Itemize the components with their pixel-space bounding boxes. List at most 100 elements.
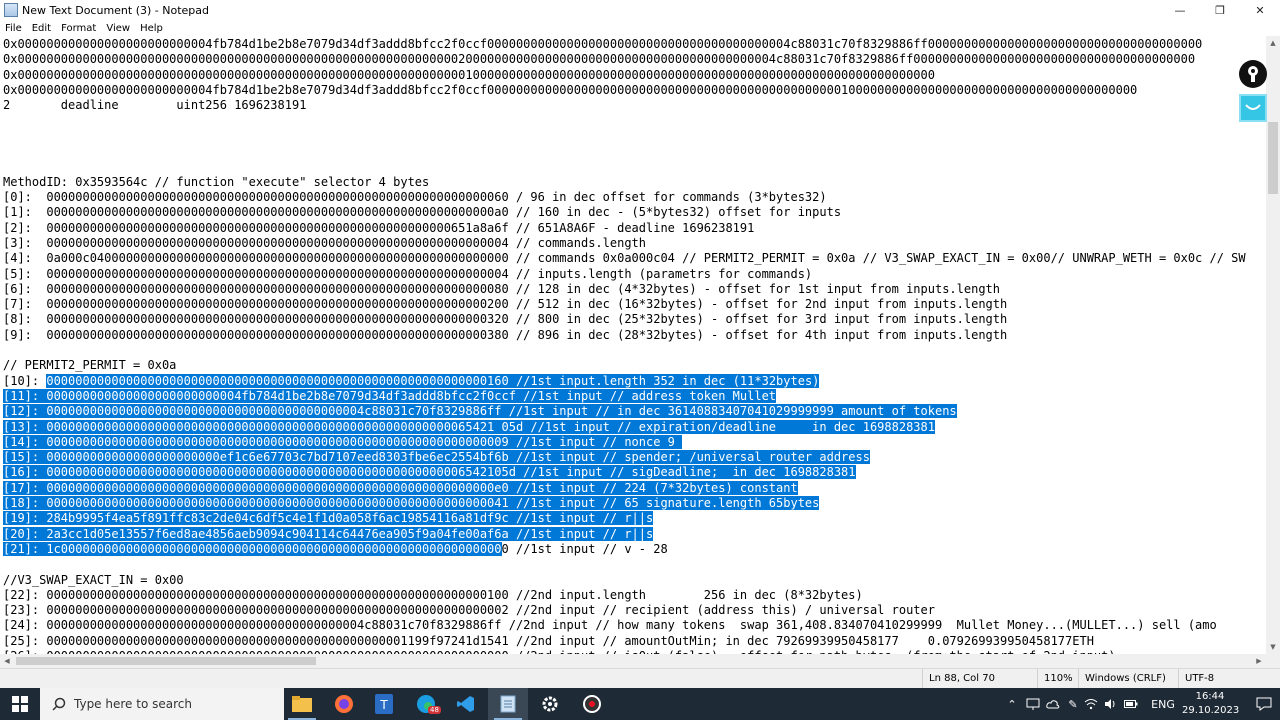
svg-text:T: T [379, 698, 388, 712]
notifications-icon[interactable] [1248, 688, 1280, 720]
text-line: [8]: 00000000000000000000000000000000000… [3, 312, 1008, 327]
text-line: [3]: 00000000000000000000000000000000000… [3, 235, 646, 250]
minimize-button[interactable]: — [1160, 0, 1200, 20]
text-line: [4]: 0a000c04000000000000000000000000000… [3, 251, 1246, 266]
clock-time: 16:44 [1195, 691, 1225, 702]
menu-format[interactable]: Format [56, 23, 101, 34]
selected-text-line: [19]: 284b9995f4ea5f891ffc83c2de04c6df5c… [3, 511, 654, 526]
text-line: 0x000000000000000000000000004fb784d1be2b… [3, 82, 1138, 97]
text-line: // PERMIT2_PERMIT = 0x0a [3, 358, 177, 373]
cursor-position: Ln 88, Col 70 [922, 669, 1042, 689]
horizontal-scroll-thumb[interactable] [16, 657, 316, 665]
maximize-button[interactable]: ❐ [1200, 0, 1240, 20]
selection-highlight: [15]: 000000000000000000000000ef1c6e6770… [3, 450, 870, 465]
recording-app-icon[interactable] [572, 688, 612, 720]
scroll-down-arrow-icon[interactable]: ▼ [1266, 640, 1280, 654]
search-icon [52, 697, 66, 711]
text-line: [0]: 00000000000000000000000000000000000… [3, 190, 827, 204]
selection-highlight: [14]: 0000000000000000000000000000000000… [3, 434, 683, 449]
text-line: [9]: 00000000000000000000000000000000000… [3, 327, 1008, 342]
edge-icon[interactable]: 48 [406, 688, 446, 720]
firefox-icon[interactable] [324, 688, 364, 720]
clock[interactable]: 16:44 29.10.2023 [1182, 690, 1240, 718]
selected-text-line: [11]: 000000000000000000000000004fb784d1… [3, 388, 777, 404]
notepad-icon [4, 3, 18, 17]
close-button[interactable]: ✕ [1240, 0, 1280, 20]
text-line: //V3_SWAP_EXACT_IN = 0x00 [3, 572, 184, 587]
volume-icon[interactable] [1102, 688, 1120, 720]
taskbar-search-box[interactable]: Type here to search [40, 688, 284, 720]
text-line: 2 deadline uint256 1696238191 [3, 98, 307, 113]
mail-badge: 48 [428, 706, 441, 714]
selection-highlight: [18]: 0000000000000000000000000000000000… [3, 496, 820, 510]
file-explorer-icon[interactable] [282, 688, 322, 720]
battery-icon[interactable] [1122, 688, 1140, 720]
menu-file[interactable]: File [0, 23, 27, 34]
menu-edit[interactable]: Edit [27, 23, 56, 34]
vscode-icon[interactable] [446, 688, 486, 720]
encoding: UTF-8 [1178, 669, 1280, 689]
text-line: [23]: 0000000000000000000000000000000000… [3, 603, 935, 618]
selection-highlight: [13]: 0000000000000000000000000000000000… [3, 419, 935, 434]
text-line: [1]: 00000000000000000000000000000000000… [3, 205, 842, 220]
selected-text-line: [18]: 0000000000000000000000000000000000… [3, 496, 820, 511]
text-line: [22]: 0000000000000000000000000000000000… [3, 587, 863, 602]
vertical-scrollbar[interactable]: ▲ ▼ [1266, 36, 1280, 654]
menu-view[interactable]: View [101, 23, 135, 34]
status-bar: Ln 88, Col 70 110% Windows (CRLF) UTF-8 [0, 668, 1280, 689]
keyhole-badge-icon[interactable] [1239, 60, 1267, 88]
selection-highlight: [16]: 0000000000000000000000000000000000… [3, 465, 856, 480]
scroll-left-arrow-icon[interactable]: ◀ [0, 654, 14, 668]
scroll-up-arrow-icon[interactable]: ▲ [1266, 36, 1280, 50]
text-line: [7]: 00000000000000000000000000000000000… [3, 297, 1008, 312]
selected-text-line: [17]: 0000000000000000000000000000000000… [3, 480, 798, 496]
vertical-scroll-thumb[interactable] [1268, 122, 1278, 194]
settings-gear-icon[interactable] [530, 688, 570, 720]
windows-logo-icon [12, 696, 28, 712]
start-button[interactable] [0, 688, 40, 720]
taskbar: Type here to search T 48 ⌃ ✎ ENG 16:44 2… [0, 688, 1280, 720]
selection-highlight: [17]: 0000000000000000000000000000000000… [3, 480, 798, 495]
clock-date: 29.10.2023 [1182, 705, 1240, 716]
title-bar: New Text Document (3) - Notepad — ❐ ✕ [0, 0, 1280, 20]
text-line: 0x00000000000000000000000000000000000000… [3, 67, 935, 82]
cloud-icon[interactable] [1044, 688, 1062, 720]
selection-highlight: [19]: 284b9995f4ea5f891ffc83c2de04c6df5c… [3, 511, 654, 526]
selected-text-line: [12]: 0000000000000000000000000000000000… [3, 404, 957, 419]
selected-text-line: [15]: 000000000000000000000000ef1c6e6770… [3, 450, 870, 465]
line-endings: Windows (CRLF) [1078, 669, 1178, 689]
selection-highlight: [11]: 000000000000000000000000004fb784d1… [3, 388, 777, 403]
selected-text-line: [21]: 1c00000000000000000000000000000000… [3, 541, 668, 557]
chevron-up-icon[interactable]: ⌃ [1004, 688, 1020, 720]
text-line: [5]: 00000000000000000000000000000000000… [3, 266, 813, 281]
text-line: 0x000000000000000000000000004fb784d1be2b… [3, 37, 1203, 51]
text-line: [2]: 00000000000000000000000000000000000… [3, 220, 755, 235]
selection-highlight: [21]: 1c00000000000000000000000000000000… [3, 541, 502, 556]
line-suffix: 0 //1st input // v - 28 [501, 541, 668, 556]
zoom-level: 110% [1037, 669, 1077, 689]
selected-text-line: [16]: 0000000000000000000000000000000000… [3, 465, 856, 480]
scrollbar-corner [1266, 654, 1280, 668]
language-indicator[interactable]: ENG [1148, 688, 1178, 720]
app-icon-blue-t[interactable]: T [364, 688, 404, 720]
line-prefix: [10]: [3, 373, 47, 388]
selection-highlight: 0000000000000000000000000000000000000000… [46, 373, 820, 388]
selected-text-line: [10]: 0000000000000000000000000000000000… [3, 373, 820, 389]
scroll-right-arrow-icon[interactable]: ▶ [1252, 654, 1266, 668]
horizontal-scrollbar[interactable]: ◀ ▶ [0, 654, 1266, 668]
smile-badge-icon[interactable] [1239, 94, 1267, 122]
selection-highlight: [20]: 2a3cc1d05e13557f6ed8ae4856aeb9094c… [3, 526, 654, 541]
selected-text-line: [20]: 2a3cc1d05e13557f6ed8ae4856aeb9094c… [3, 526, 654, 542]
network-icon[interactable] [1024, 688, 1042, 720]
text-line: MethodID: 0x3593564c // function "execut… [3, 174, 430, 189]
menu-bar: File Edit Format View Help [0, 20, 1280, 36]
menu-help[interactable]: Help [135, 23, 168, 34]
text-editor-area[interactable]: 0x000000000000000000000000004fb784d1be2b… [0, 36, 1266, 654]
text-line: [24]: 0000000000000000000000000000000000… [3, 618, 1217, 633]
pen-icon[interactable]: ✎ [1064, 688, 1082, 720]
wifi-icon[interactable] [1082, 688, 1100, 720]
notepad-taskbar-icon[interactable] [488, 688, 528, 720]
selection-highlight: [12]: 0000000000000000000000000000000000… [3, 404, 957, 419]
text-line: [6]: 00000000000000000000000000000000000… [3, 281, 1000, 296]
search-placeholder: Type here to search [74, 697, 192, 711]
